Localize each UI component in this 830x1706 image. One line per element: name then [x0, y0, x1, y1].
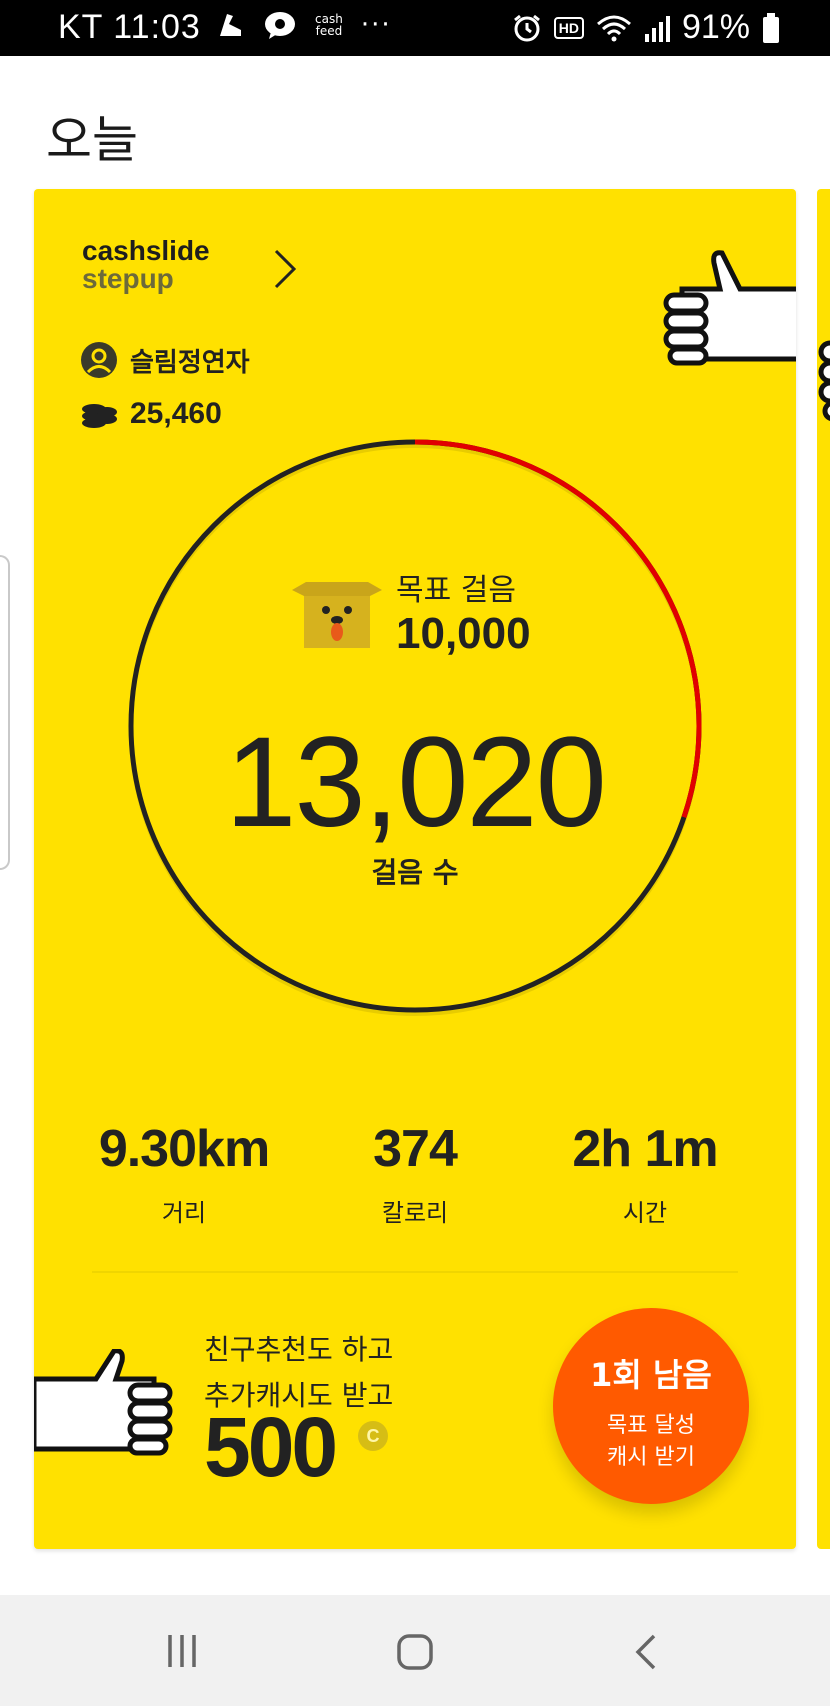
recent-apps-icon[interactable]: [164, 1633, 200, 1669]
cashslide-stepup-logo[interactable]: cashslide stepup: [82, 237, 210, 293]
dog-mascot-icon: [292, 582, 382, 648]
chat-bubble-icon: [265, 12, 295, 39]
battery-icon: [763, 12, 779, 43]
claim-reward-button[interactable]: 1회 남음 목표 달성 캐시 받기: [553, 1308, 749, 1504]
stat-time: 2h 1m 시간: [515, 1119, 775, 1228]
system-icons: HD 91%: [512, 8, 780, 47]
user-name: 슬림정연자: [130, 347, 250, 378]
distance-value: 9.30km: [98, 1120, 270, 1178]
promo-line1: 친구추천도 하고: [204, 1333, 394, 1366]
reward-line1: 목표 달성: [607, 1413, 695, 1438]
chevron-right-icon[interactable]: [270, 247, 300, 291]
carrier-time: KT 11:03: [58, 8, 201, 46]
brand-line1: cashslide: [82, 235, 210, 266]
page-title: 오늘: [46, 111, 138, 169]
stat-calories: 374 칼로리: [285, 1119, 545, 1228]
calories-label: 칼로리: [381, 1199, 449, 1227]
thumbs-up-hand-icon: [818, 340, 830, 422]
distance-label: 거리: [161, 1199, 207, 1227]
shoe-icon: [220, 14, 241, 36]
coin-balance: 25,460: [130, 397, 222, 430]
step-count: 13,020: [225, 711, 607, 854]
brand-line2: stepup: [82, 263, 174, 294]
cashfeed-icon: cash feed: [315, 13, 343, 37]
time-label: 시간: [622, 1199, 668, 1227]
edge-panel-handle[interactable]: [0, 555, 10, 870]
coin-stack-icon: [82, 404, 117, 428]
divider: [92, 1271, 738, 1273]
reward-subtext: 목표 달성 캐시 받기: [553, 1410, 749, 1474]
alarm-icon: [513, 14, 540, 41]
goal-value: 10,000: [396, 609, 531, 658]
next-card-peek[interactable]: [817, 189, 830, 1549]
promo-amount: 500: [204, 1400, 338, 1494]
back-icon[interactable]: [632, 1633, 660, 1671]
reward-line2: 캐시 받기: [607, 1445, 695, 1470]
wifi-icon: [596, 15, 631, 41]
today-steps-card[interactable]: cashslide stepup 슬림정연자 25,460 목표 걸음 10,0…: [34, 189, 796, 1549]
home-icon[interactable]: [396, 1633, 434, 1671]
battery-percent: 91%: [681, 8, 750, 46]
hd-icon: HD: [553, 16, 584, 39]
cash-coin-icon: C: [358, 1421, 388, 1451]
thumbs-up-hand-icon: [663, 250, 796, 366]
user-row: 슬림정연자: [80, 341, 250, 379]
coin-balance-row: 25,460: [80, 397, 222, 431]
status-bar: KT 11:03 cash feed ··· HD 91%: [0, 0, 830, 56]
user-avatar-icon: [81, 342, 117, 378]
signal-icon: [644, 15, 670, 42]
system-navigation-bar: [0, 1595, 830, 1706]
notification-icons: cash feed ···: [215, 10, 392, 40]
goal-label: 목표 걸음: [396, 573, 516, 608]
cashfeed-bottom: feed: [315, 24, 343, 38]
reward-remaining: 1회 남음: [590, 1356, 712, 1394]
stat-distance: 9.30km 거리: [54, 1119, 314, 1228]
calories-value: 374: [373, 1120, 458, 1178]
more-notifications-icon: ···: [360, 10, 392, 40]
time-value: 2h 1m: [572, 1120, 718, 1178]
thumbs-up-hand-icon: [34, 1349, 173, 1456]
step-count-label: 걸음 수: [371, 856, 459, 889]
